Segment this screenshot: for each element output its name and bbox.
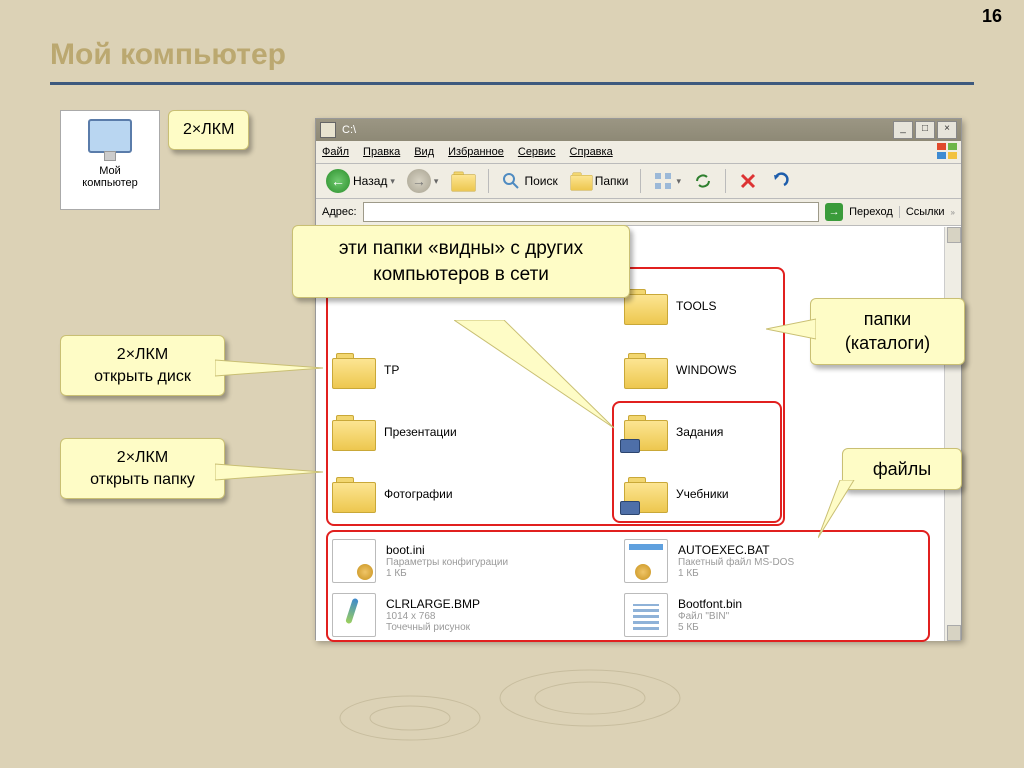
my-computer-label: Мой компьютер — [61, 165, 159, 189]
window-title: C:\ — [342, 124, 356, 136]
search-icon — [501, 171, 521, 191]
views-button[interactable]: ▾ — [649, 169, 685, 193]
callout-folders: папки (каталоги) — [810, 298, 965, 365]
title-rule — [50, 82, 974, 85]
undo-button[interactable] — [766, 169, 794, 193]
page-number: 16 — [982, 6, 1002, 27]
sync-button[interactable] — [689, 169, 717, 193]
callout-open-disk: 2×ЛКМ открыть диск — [60, 335, 225, 396]
forward-button[interactable]: →▾ — [403, 167, 443, 195]
folder-prezent[interactable]: Презентации — [332, 415, 457, 449]
maximize-button[interactable]: □ — [915, 121, 935, 139]
undo-icon — [770, 171, 790, 191]
go-button[interactable]: → — [825, 203, 843, 221]
explorer-window: C:\ _ □ × Файл Правка Вид Избранное Серв… — [315, 118, 962, 640]
menu-edit[interactable]: Правка — [363, 146, 400, 158]
toolbar: ←Назад▾ →▾ Поиск Папки ▾ — [316, 164, 961, 199]
sync-icon — [693, 171, 713, 191]
address-input[interactable] — [363, 202, 820, 222]
separator — [488, 169, 489, 193]
callout-network: эти папки «видны» с других компьютеров в… — [292, 225, 630, 298]
windows-flag-icon — [937, 143, 957, 159]
bg-ornament — [320, 638, 720, 758]
menu-view[interactable]: Вид — [414, 146, 434, 158]
file-bootfont[interactable]: Bootfont.binФайл "BIN"5 КБ — [624, 593, 742, 637]
menu-file[interactable]: Файл — [322, 146, 349, 158]
folder-tools[interactable]: TOOLS — [624, 289, 716, 323]
back-button[interactable]: ←Назад▾ — [322, 167, 399, 195]
callout-disk-tail — [215, 356, 325, 380]
delete-button[interactable] — [734, 169, 762, 193]
monitor-icon — [88, 119, 132, 153]
search-button[interactable]: Поиск — [497, 169, 561, 193]
slide-title: Мой компьютер — [50, 38, 286, 72]
folders-button[interactable]: Папки — [566, 170, 633, 192]
search-label: Поиск — [524, 174, 557, 188]
address-label: Адрес: — [322, 206, 357, 218]
file-clrlarge[interactable]: CLRLARGE.BMP1014 x 768Точечный рисунок — [332, 593, 480, 637]
callout-files: файлы — [842, 448, 962, 490]
folder-windows[interactable]: WINDOWS — [624, 353, 737, 387]
views-icon — [653, 171, 673, 191]
back-label: Назад — [353, 174, 387, 188]
folder-zadania[interactable]: Задания — [624, 415, 723, 449]
drive-icon — [320, 122, 336, 138]
file-boot-ini[interactable]: boot.iniПараметры конфигурации1 КБ — [332, 539, 508, 583]
folder-tp[interactable]: TP — [332, 353, 399, 387]
menu-help[interactable]: Справка — [570, 146, 613, 158]
scrollbar[interactable] — [944, 227, 961, 641]
folders-label: Папки — [595, 174, 629, 188]
go-label: Переход — [849, 206, 893, 218]
menubar: Файл Правка Вид Избранное Сервис Справка — [316, 141, 961, 164]
folder-uchebniki[interactable]: Учебники — [624, 477, 729, 511]
callout-folder-tail — [215, 460, 325, 484]
up-button[interactable] — [446, 168, 480, 194]
menu-tools[interactable]: Сервис — [518, 146, 556, 158]
my-computer-icon[interactable]: Мой компьютер — [60, 110, 160, 210]
separator — [725, 169, 726, 193]
minimize-button[interactable]: _ — [893, 121, 913, 139]
callout-open-folder: 2×ЛКМ открыть папку — [60, 438, 225, 499]
file-autoexec[interactable]: AUTOEXEC.BATПакетный файл MS-DOS1 КБ — [624, 539, 794, 583]
separator — [640, 169, 641, 193]
close-button[interactable]: × — [937, 121, 957, 139]
folder-photo[interactable]: Фотографии — [332, 477, 453, 511]
menu-favorites[interactable]: Избранное — [448, 146, 504, 158]
callout-dblclick: 2×ЛКМ — [168, 110, 249, 150]
titlebar[interactable]: C:\ _ □ × — [316, 119, 961, 141]
links-label[interactable]: Ссылки — [899, 206, 945, 218]
address-bar: Адрес: → Переход Ссылки » — [316, 199, 961, 226]
delete-icon — [738, 171, 758, 191]
